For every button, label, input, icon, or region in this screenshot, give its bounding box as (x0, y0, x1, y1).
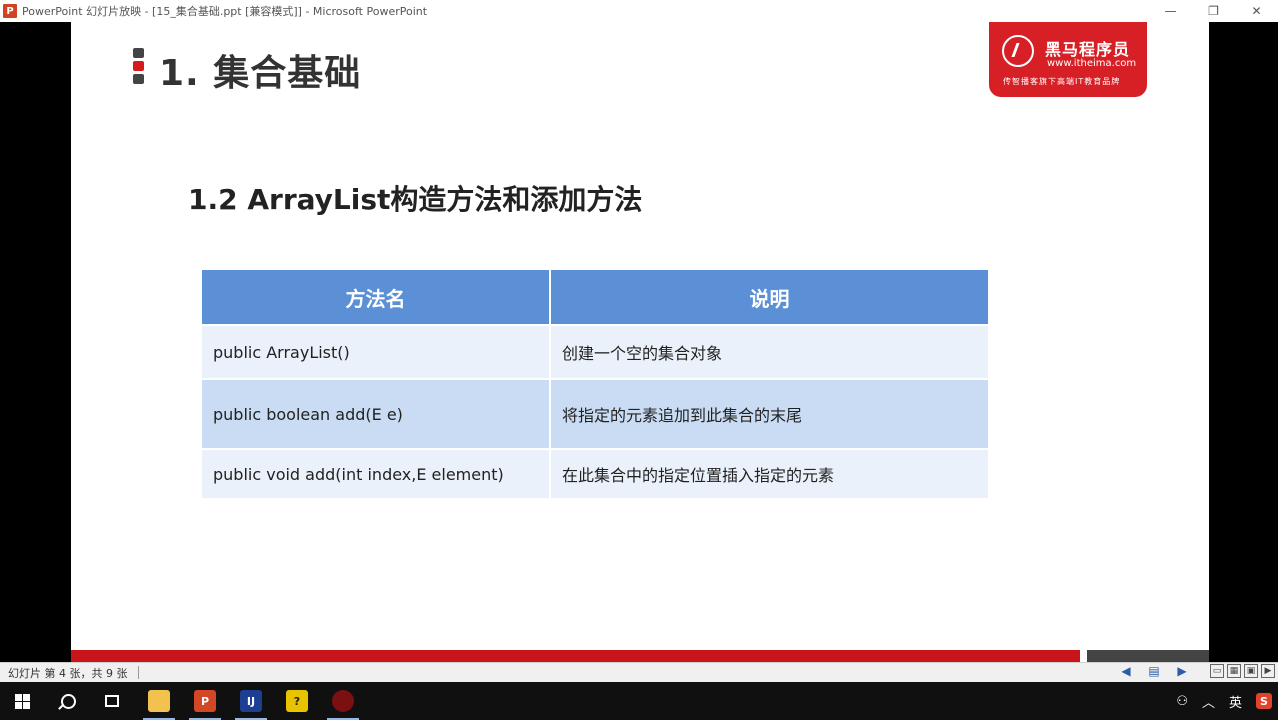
intellij-icon: IJ (240, 690, 262, 712)
title-marker-icon (133, 48, 145, 87)
taskbar-file-explorer[interactable] (137, 682, 181, 720)
logo-name: 黑马程序员 (1045, 40, 1131, 59)
ime-indicator[interactable]: 英 (1229, 692, 1242, 711)
folder-icon (148, 690, 170, 712)
slideshow-view-icon[interactable]: ▶ (1261, 664, 1275, 678)
window-titlebar: P PowerPoint 幻灯片放映 - [15_集合基础.ppt [兼容模式]… (0, 0, 1278, 22)
slide-counter: 幻灯片 第 4 张，共 9 张 (8, 667, 128, 680)
people-icon[interactable]: ⚇ (1176, 694, 1188, 709)
table-header-method: 方法名 (202, 270, 551, 325)
table-cell-desc: 在此集合中的指定位置插入指定的元素 (550, 448, 988, 498)
table-cell-desc: 将指定的元素追加到此集合的末尾 (550, 378, 988, 449)
status-divider (138, 666, 139, 679)
recorder-icon (332, 690, 354, 712)
window-title: PowerPoint 幻灯片放映 - [15_集合基础.ppt [兼容模式]] … (22, 5, 428, 18)
table-row: public boolean add(E e) 将指定的元素追加到此集合的末尾 (202, 378, 988, 449)
taskbar-help-app[interactable]: ? (275, 682, 319, 720)
slide-title: 1. 集合基础 (159, 53, 362, 94)
status-bar: 幻灯片 第 4 张，共 9 张 ◀ ▤ ▶ ▭ ▦ ▣ ▶ (0, 662, 1278, 682)
view-buttons: ▭ ▦ ▣ ▶ (1210, 664, 1275, 678)
table-cell-desc: 创建一个空的集合对象 (550, 324, 988, 379)
search-button[interactable] (46, 682, 90, 720)
task-view-icon (105, 695, 119, 707)
slideshow-nav: ◀ ▤ ▶ (1118, 664, 1190, 678)
windows-logo-icon (14, 693, 30, 709)
slide-sorter-icon[interactable]: ▦ (1227, 664, 1241, 678)
reading-view-icon[interactable]: ▣ (1244, 664, 1258, 678)
taskbar-recorder[interactable] (321, 682, 365, 720)
slide-menu-icon[interactable]: ▤ (1146, 664, 1162, 678)
minimize-button[interactable]: — (1149, 0, 1192, 22)
methods-table: 方法名 说明 public ArrayList() 创建一个空的集合对象 pub… (202, 270, 988, 498)
previous-slide-icon[interactable]: ◀ (1118, 664, 1134, 678)
help-icon: ? (286, 690, 308, 712)
slide-canvas[interactable]: 1. 集合基础 黑马程序员 www.itheima.com 传智播客旗下高端IT… (71, 22, 1209, 662)
horse-logo-icon (1002, 35, 1034, 67)
close-button[interactable]: ✕ (1235, 0, 1278, 22)
sogou-ime-icon[interactable]: S (1256, 693, 1272, 709)
windows-taskbar: P IJ ? ⚇ ︿ 英 S (0, 682, 1278, 720)
brand-logo: 黑马程序员 www.itheima.com 传智播客旗下高端IT教育品牌 (989, 22, 1147, 97)
restore-button[interactable]: ❐ (1192, 0, 1235, 22)
powerpoint-taskbar-icon: P (194, 690, 216, 712)
table-cell-method: public boolean add(E e) (202, 378, 551, 449)
start-button[interactable] (0, 682, 44, 720)
search-icon (60, 693, 76, 709)
window-controls: — ❐ ✕ (1149, 0, 1278, 22)
taskbar-powerpoint[interactable]: P (183, 682, 227, 720)
table-cell-method: public ArrayList() (202, 324, 551, 379)
next-slide-icon[interactable]: ▶ (1174, 664, 1190, 678)
slide-subtitle: 1.2 ArrayList构造方法和添加方法 (188, 183, 643, 216)
table-row: public void add(int index,E element) 在此集… (202, 448, 988, 498)
task-view-button[interactable] (90, 682, 134, 720)
system-tray: ⚇ ︿ 英 S (1176, 682, 1272, 720)
table-row: public ArrayList() 创建一个空的集合对象 (202, 324, 988, 379)
logo-url: www.itheima.com (1047, 58, 1137, 69)
footer-red-bar (71, 650, 1080, 662)
powerpoint-icon: P (3, 4, 17, 18)
table-header-row: 方法名 说明 (202, 270, 988, 325)
table-header-desc: 说明 (550, 270, 988, 325)
normal-view-icon[interactable]: ▭ (1210, 664, 1224, 678)
footer-grey-bar (1087, 650, 1209, 662)
taskbar-intellij[interactable]: IJ (229, 682, 273, 720)
show-hidden-icons[interactable]: ︿ (1202, 692, 1215, 711)
logo-slogan: 传智播客旗下高端IT教育品牌 (1003, 77, 1121, 86)
table-cell-method: public void add(int index,E element) (202, 448, 551, 498)
